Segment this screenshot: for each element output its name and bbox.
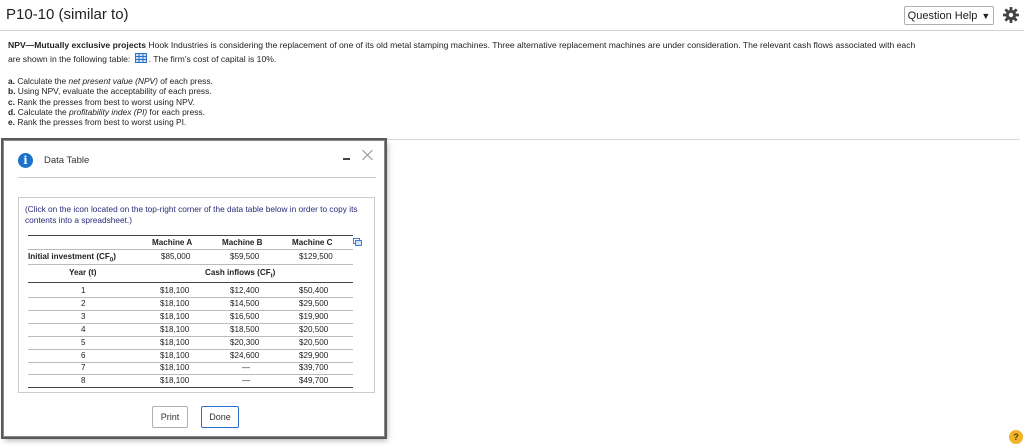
task-item: d. Calculate the profitability index (PI… — [8, 106, 205, 117]
machine-a-cell: $18,100 — [160, 311, 190, 321]
help-icon[interactable]: ? — [1009, 430, 1023, 444]
machine-b-cell: $18,500 — [230, 324, 260, 334]
year-cell: 5 — [81, 337, 86, 347]
year-header: Year (t) — [69, 268, 97, 277]
year-cell: 8 — [81, 376, 86, 386]
machine-c-cell: $20,500 — [299, 337, 329, 347]
machine-a-cell: $18,100 — [160, 376, 190, 386]
task-list: a. Calculate the net present value (NPV)… — [8, 76, 213, 127]
print-button[interactable]: Print — [152, 406, 188, 428]
initial-value: $59,500 — [230, 252, 260, 261]
cash-inflows-header: Cash inflows (CFt) — [205, 268, 276, 280]
data-table-icon[interactable] — [134, 53, 147, 63]
machine-a-cell: $18,100 — [160, 286, 190, 295]
machine-b-cell: — — [242, 363, 251, 373]
problem-text-line2b: . The firm's cost of capital is 10%. — [148, 54, 277, 64]
table-row-divider — [28, 322, 353, 324]
task-item: a. Calculate the net present value (NPV)… — [8, 76, 213, 86]
machine-a-cell: $18,100 — [160, 363, 190, 373]
column-header: Machine A — [152, 238, 193, 247]
data-table-panel: (Click on the icon located on the top-ri… — [18, 197, 375, 393]
machine-c-cell: $20,500 — [299, 324, 329, 334]
machine-c-cell: $29,900 — [299, 350, 329, 360]
table-rule — [28, 249, 353, 250]
task-item: e. Rank the presses from best to worst u… — [8, 117, 187, 128]
year-cell: 7 — [81, 363, 86, 373]
machine-c-cell: $50,400 — [299, 286, 329, 295]
machine-c-cell: $39,700 — [299, 363, 329, 373]
table-rule — [28, 235, 353, 236]
table-rule — [28, 264, 353, 265]
question-help-label: Question Help — [907, 9, 978, 22]
problem-text-line1: Hook Industries is considering the repla… — [146, 40, 916, 50]
problem-label: NPV—Mutually exclusive projects — [8, 40, 147, 50]
machine-c-cell: $19,900 — [299, 311, 329, 321]
close-icon[interactable] — [362, 149, 374, 161]
machine-b-cell: $24,600 — [230, 350, 260, 360]
dialog-divider — [18, 177, 376, 178]
gear-icon[interactable] — [1001, 5, 1021, 25]
table-row-divider — [28, 374, 353, 376]
table-rule — [28, 387, 353, 388]
page-title: P10-10 (similar to) — [6, 6, 129, 23]
table-row-divider — [28, 335, 353, 337]
table-row-divider — [28, 309, 353, 311]
dialog-title: Data Table — [44, 155, 90, 166]
year-cell: 3 — [81, 311, 86, 321]
caret-down-icon: ▼ — [981, 10, 991, 21]
year-cell: 2 — [81, 298, 86, 308]
machine-c-cell: $49,700 — [299, 376, 329, 386]
top-bar: P10-10 (similar to) Question Help ▼ — [0, 0, 1024, 31]
minimize-button[interactable] — [343, 152, 353, 162]
column-header: Machine C — [292, 238, 333, 247]
year-cell: 1 — [81, 286, 86, 295]
machine-c-cell: $29,500 — [299, 298, 329, 308]
machine-a-cell: $18,100 — [160, 298, 190, 308]
table-row-divider — [28, 361, 353, 363]
data-table-dialog: i Data Table (Click on the icon located … — [3, 140, 385, 437]
machine-b-cell: $16,500 — [230, 311, 260, 321]
problem-statement: NPV—Mutually exclusive projects Hook Ind… — [8, 38, 1018, 66]
machine-a-cell: $18,100 — [160, 324, 190, 334]
task-item: b. Using NPV, evaluate the acceptability… — [8, 86, 212, 97]
machine-b-cell: — — [242, 376, 251, 386]
machine-a-cell: $18,100 — [160, 350, 190, 360]
year-cell: 4 — [81, 324, 86, 334]
done-button[interactable]: Done — [201, 406, 239, 428]
table-row-divider — [28, 348, 353, 350]
machine-b-cell: $20,300 — [230, 337, 260, 347]
table-rule — [28, 282, 353, 283]
table-row-divider — [28, 297, 353, 298]
cash-flow-table: Machine A Machine B Machine C Initial in… — [19, 198, 376, 394]
problem-text-line2a: are shown in the following table: — [8, 54, 133, 64]
initial-investment-label: Initial investment (CF0) — [28, 252, 116, 264]
column-header: Machine B — [222, 238, 263, 247]
machine-b-cell: $12,400 — [230, 286, 260, 295]
machine-b-cell: $14,500 — [230, 298, 260, 308]
info-icon: i — [18, 153, 33, 168]
question-help-button[interactable]: Question Help ▼ — [904, 6, 994, 25]
task-item: c. Rank the presses from best to worst u… — [8, 96, 195, 107]
initial-value: $129,500 — [299, 252, 333, 261]
machine-a-cell: $18,100 — [160, 337, 190, 347]
year-cell: 6 — [81, 350, 86, 360]
initial-value: $85,000 — [161, 252, 191, 261]
